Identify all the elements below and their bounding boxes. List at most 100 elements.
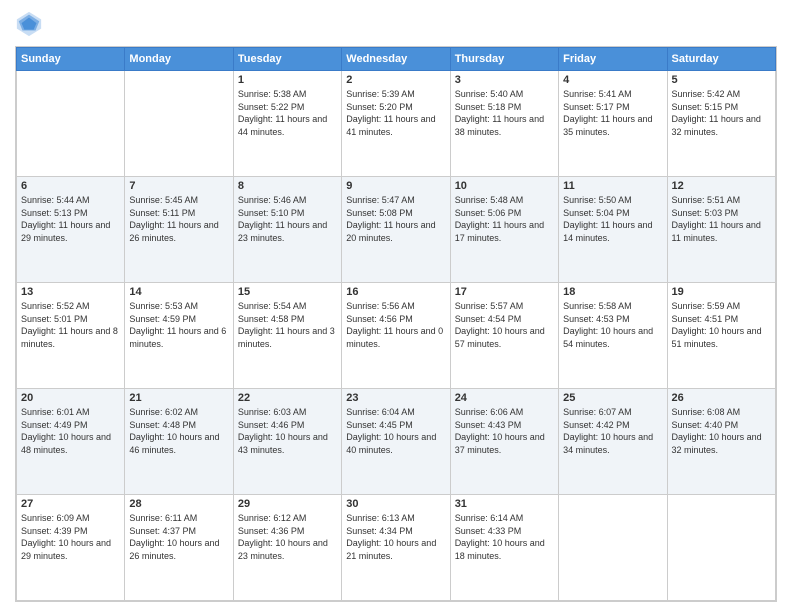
day-number: 19 <box>672 286 771 298</box>
calendar-week-row: 13 Sunrise: 5:52 AM Sunset: 5:01 PM Dayli… <box>17 283 776 389</box>
calendar-cell: 7Sunrise: 5:45 AM Sunset: 5:11 PM Daylig… <box>125 177 233 283</box>
calendar: SundayMondayTuesdayWednesdayThursdayFrid… <box>15 46 777 602</box>
cell-info: Sunrise: 6:01 AM Sunset: 4:49 PM Dayligh… <box>21 406 120 456</box>
day-number: 15 <box>238 286 337 298</box>
day-number: 10 <box>455 180 554 192</box>
calendar-cell <box>17 71 125 177</box>
day-number: 16 <box>346 286 445 298</box>
cell-info: Sunrise: 5:40 AM Sunset: 5:18 PM Dayligh… <box>455 88 554 138</box>
day-number: 3 <box>455 74 554 86</box>
day-number: 12 <box>672 180 771 192</box>
page: SundayMondayTuesdayWednesdayThursdayFrid… <box>0 0 792 612</box>
cell-info: Sunrise: 5:52 AM Sunset: 5:01 PM Dayligh… <box>21 300 120 350</box>
calendar-cell: 8Sunrise: 5:46 AM Sunset: 5:10 PM Daylig… <box>233 177 341 283</box>
cell-info: Sunrise: 5:44 AM Sunset: 5:13 PM Dayligh… <box>21 194 120 244</box>
calendar-cell: 24 Sunrise: 6:06 AM Sunset: 4:43 PM Dayli… <box>450 389 558 495</box>
day-number: 31 <box>455 498 554 510</box>
cell-info: Sunrise: 6:12 AM Sunset: 4:36 PM Dayligh… <box>238 512 337 562</box>
day-number: 23 <box>346 392 445 404</box>
cell-info: Sunrise: 5:51 AM Sunset: 5:03 PM Dayligh… <box>672 194 771 244</box>
cell-info: Sunrise: 5:56 AM Sunset: 4:56 PM Dayligh… <box>346 300 445 350</box>
calendar-cell: 27 Sunrise: 6:09 AM Sunset: 4:39 PM Dayli… <box>17 495 125 601</box>
calendar-cell: 23 Sunrise: 6:04 AM Sunset: 4:45 PM Dayli… <box>342 389 450 495</box>
calendar-cell: 15 Sunrise: 5:54 AM Sunset: 4:58 PM Dayli… <box>233 283 341 389</box>
cell-info: Sunrise: 6:09 AM Sunset: 4:39 PM Dayligh… <box>21 512 120 562</box>
calendar-cell: 5 Sunrise: 5:42 AM Sunset: 5:15 PM Daylig… <box>667 71 775 177</box>
weekday-header: Tuesday <box>233 48 341 71</box>
calendar-cell: 14 Sunrise: 5:53 AM Sunset: 4:59 PM Dayli… <box>125 283 233 389</box>
cell-info: Sunrise: 5:59 AM Sunset: 4:51 PM Dayligh… <box>672 300 771 350</box>
calendar-header: SundayMondayTuesdayWednesdayThursdayFrid… <box>17 48 776 71</box>
day-number: 30 <box>346 498 445 510</box>
calendar-cell: 29 Sunrise: 6:12 AM Sunset: 4:36 PM Dayli… <box>233 495 341 601</box>
cell-info: Sunrise: 6:03 AM Sunset: 4:46 PM Dayligh… <box>238 406 337 456</box>
day-number: 11 <box>563 180 662 192</box>
day-number: 25 <box>563 392 662 404</box>
cell-info: Sunrise: 5:53 AM Sunset: 4:59 PM Dayligh… <box>129 300 228 350</box>
calendar-cell: 17 Sunrise: 5:57 AM Sunset: 4:54 PM Dayli… <box>450 283 558 389</box>
cell-info: Sunrise: 5:54 AM Sunset: 4:58 PM Dayligh… <box>238 300 337 350</box>
calendar-week-row: 27 Sunrise: 6:09 AM Sunset: 4:39 PM Dayli… <box>17 495 776 601</box>
day-number: 1 <box>238 74 337 86</box>
day-number: 28 <box>129 498 228 510</box>
day-number: 21 <box>129 392 228 404</box>
day-number: 20 <box>21 392 120 404</box>
calendar-cell: 31 Sunrise: 6:14 AM Sunset: 4:33 PM Dayli… <box>450 495 558 601</box>
day-number: 13 <box>21 286 120 298</box>
calendar-cell: 26 Sunrise: 6:08 AM Sunset: 4:40 PM Dayli… <box>667 389 775 495</box>
cell-info: Sunrise: 6:14 AM Sunset: 4:33 PM Dayligh… <box>455 512 554 562</box>
calendar-cell: 10 Sunrise: 5:48 AM Sunset: 5:06 PM Dayli… <box>450 177 558 283</box>
day-number: 27 <box>21 498 120 510</box>
day-number: 14 <box>129 286 228 298</box>
cell-info: Sunrise: 5:42 AM Sunset: 5:15 PM Dayligh… <box>672 88 771 138</box>
cell-info: Sunrise: 6:08 AM Sunset: 4:40 PM Dayligh… <box>672 406 771 456</box>
calendar-cell: 22 Sunrise: 6:03 AM Sunset: 4:46 PM Dayli… <box>233 389 341 495</box>
weekday-header: Thursday <box>450 48 558 71</box>
cell-info: Sunrise: 6:04 AM Sunset: 4:45 PM Dayligh… <box>346 406 445 456</box>
cell-info: Sunrise: 5:58 AM Sunset: 4:53 PM Dayligh… <box>563 300 662 350</box>
calendar-cell: 18 Sunrise: 5:58 AM Sunset: 4:53 PM Dayli… <box>559 283 667 389</box>
calendar-cell: 9 Sunrise: 5:47 AM Sunset: 5:08 PM Daylig… <box>342 177 450 283</box>
calendar-week-row: 1Sunrise: 5:38 AM Sunset: 5:22 PM Daylig… <box>17 71 776 177</box>
calendar-cell <box>559 495 667 601</box>
weekday-header: Sunday <box>17 48 125 71</box>
calendar-cell: 13 Sunrise: 5:52 AM Sunset: 5:01 PM Dayli… <box>17 283 125 389</box>
weekday-header: Wednesday <box>342 48 450 71</box>
cell-info: Sunrise: 5:48 AM Sunset: 5:06 PM Dayligh… <box>455 194 554 244</box>
day-number: 9 <box>346 180 445 192</box>
logo-icon <box>15 10 43 38</box>
day-number: 5 <box>672 74 771 86</box>
calendar-cell: 1Sunrise: 5:38 AM Sunset: 5:22 PM Daylig… <box>233 71 341 177</box>
cell-info: Sunrise: 5:57 AM Sunset: 4:54 PM Dayligh… <box>455 300 554 350</box>
calendar-cell: 6 Sunrise: 5:44 AM Sunset: 5:13 PM Daylig… <box>17 177 125 283</box>
day-number: 29 <box>238 498 337 510</box>
day-number: 17 <box>455 286 554 298</box>
day-number: 18 <box>563 286 662 298</box>
cell-info: Sunrise: 5:46 AM Sunset: 5:10 PM Dayligh… <box>238 194 337 244</box>
day-number: 2 <box>346 74 445 86</box>
cell-info: Sunrise: 5:39 AM Sunset: 5:20 PM Dayligh… <box>346 88 445 138</box>
day-number: 22 <box>238 392 337 404</box>
calendar-cell: 21Sunrise: 6:02 AM Sunset: 4:48 PM Dayli… <box>125 389 233 495</box>
header <box>15 10 777 38</box>
cell-info: Sunrise: 6:11 AM Sunset: 4:37 PM Dayligh… <box>129 512 228 562</box>
day-number: 26 <box>672 392 771 404</box>
day-number: 24 <box>455 392 554 404</box>
calendar-week-row: 6 Sunrise: 5:44 AM Sunset: 5:13 PM Daylig… <box>17 177 776 283</box>
cell-info: Sunrise: 6:07 AM Sunset: 4:42 PM Dayligh… <box>563 406 662 456</box>
calendar-cell: 19 Sunrise: 5:59 AM Sunset: 4:51 PM Dayli… <box>667 283 775 389</box>
cell-info: Sunrise: 5:47 AM Sunset: 5:08 PM Dayligh… <box>346 194 445 244</box>
calendar-cell: 16 Sunrise: 5:56 AM Sunset: 4:56 PM Dayli… <box>342 283 450 389</box>
calendar-cell: 20 Sunrise: 6:01 AM Sunset: 4:49 PM Dayli… <box>17 389 125 495</box>
weekday-row: SundayMondayTuesdayWednesdayThursdayFrid… <box>17 48 776 71</box>
calendar-cell: 30Sunrise: 6:13 AM Sunset: 4:34 PM Dayli… <box>342 495 450 601</box>
cell-info: Sunrise: 5:41 AM Sunset: 5:17 PM Dayligh… <box>563 88 662 138</box>
calendar-cell: 12 Sunrise: 5:51 AM Sunset: 5:03 PM Dayli… <box>667 177 775 283</box>
calendar-week-row: 20 Sunrise: 6:01 AM Sunset: 4:49 PM Dayli… <box>17 389 776 495</box>
weekday-header: Saturday <box>667 48 775 71</box>
cell-info: Sunrise: 6:06 AM Sunset: 4:43 PM Dayligh… <box>455 406 554 456</box>
calendar-cell <box>667 495 775 601</box>
calendar-body: 1Sunrise: 5:38 AM Sunset: 5:22 PM Daylig… <box>17 71 776 601</box>
day-number: 6 <box>21 180 120 192</box>
weekday-header: Monday <box>125 48 233 71</box>
